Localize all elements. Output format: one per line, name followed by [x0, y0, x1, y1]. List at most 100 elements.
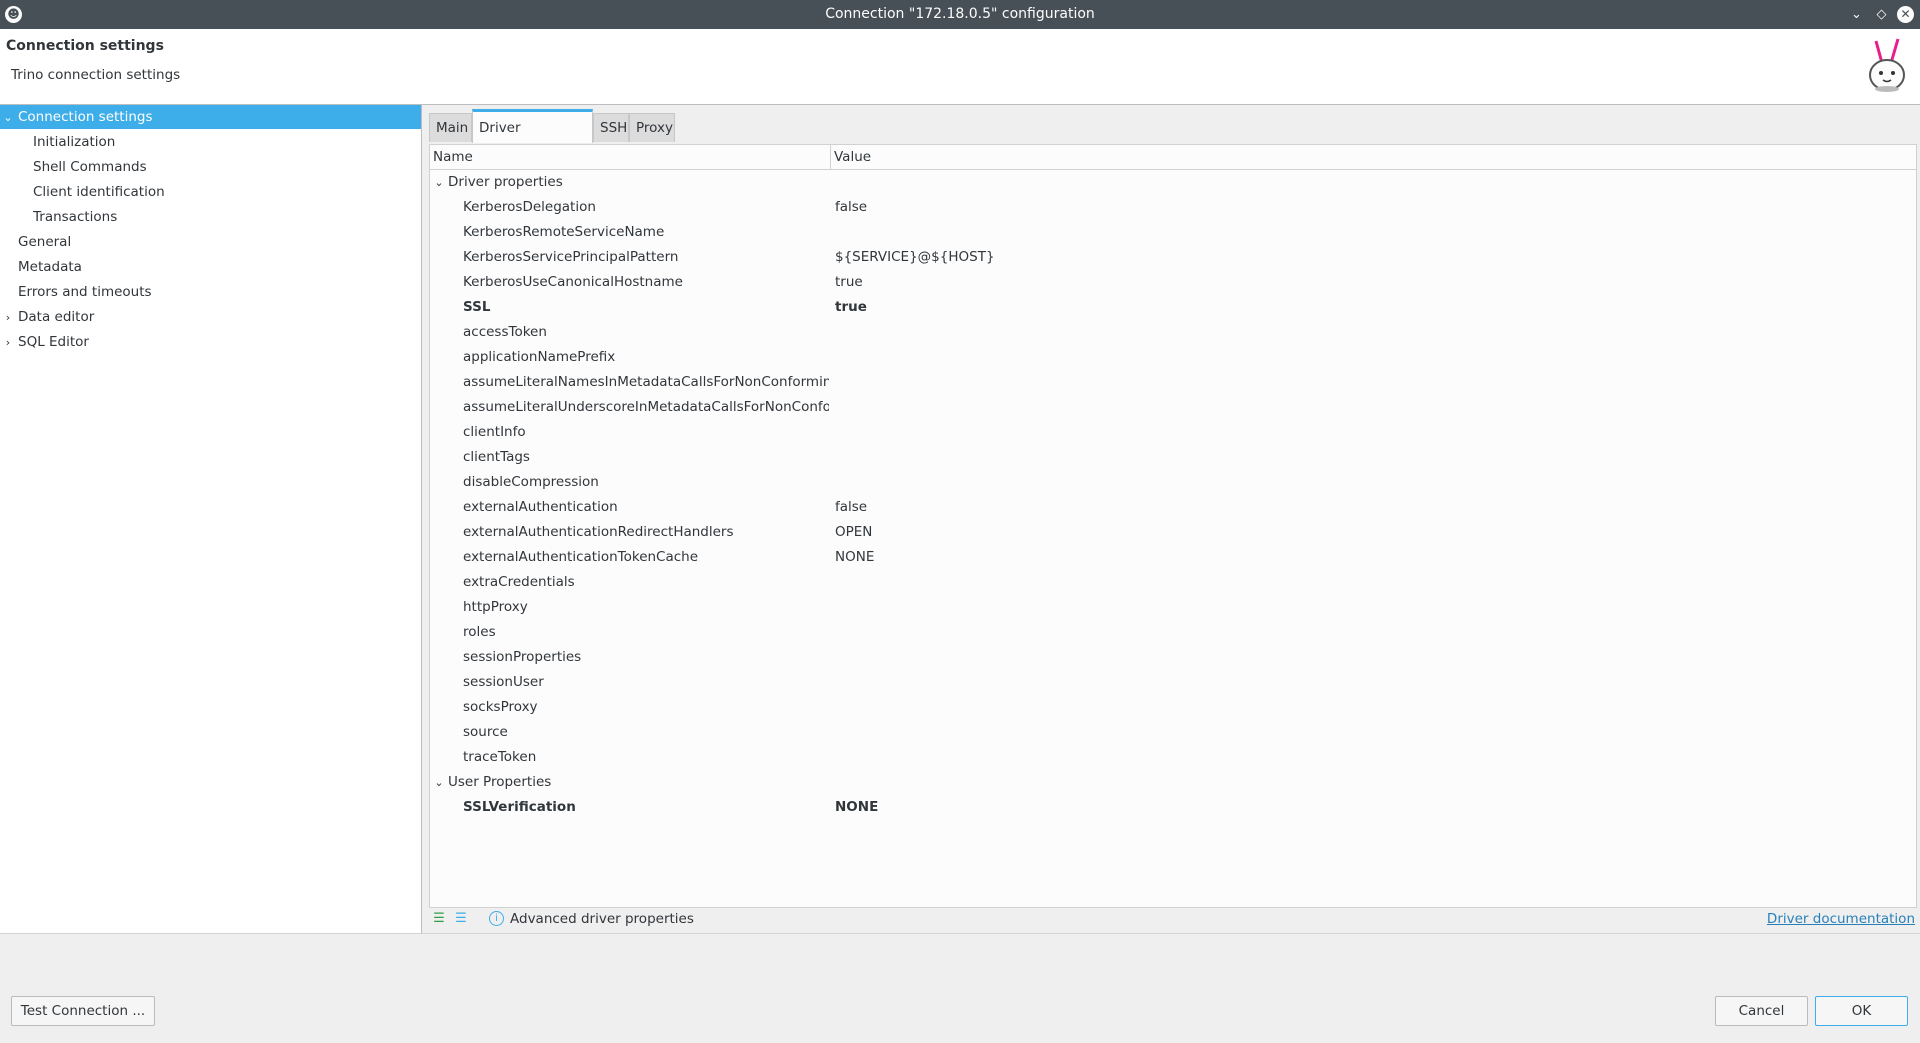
- property-value[interactable]: NONE: [835, 795, 878, 820]
- window-titlebar: ☻ Connection "172.18.0.5" configuration …: [0, 0, 1920, 29]
- chevron-down-icon[interactable]: ⌄: [1848, 6, 1865, 23]
- chevron-right-icon[interactable]: ›: [2, 331, 14, 355]
- table-row[interactable]: traceToken: [430, 745, 1916, 770]
- chevron-down-icon[interactable]: ⌄: [433, 170, 445, 195]
- property-name: extraCredentials: [463, 574, 575, 590]
- table-header: Name Value: [430, 145, 1916, 170]
- table-row[interactable]: KerberosRemoteServiceName: [430, 220, 1916, 245]
- settings-tree: ⌄ Connection settings Initialization Shel…: [0, 105, 422, 933]
- table-row[interactable]: sessionProperties: [430, 645, 1916, 670]
- property-name: externalAuthenticationRedirectHandlers: [463, 524, 734, 540]
- test-connection-button[interactable]: Test Connection ...: [11, 996, 155, 1026]
- tree-item-general[interactable]: General: [18, 230, 71, 254]
- page-subtitle: Trino connection settings: [11, 67, 181, 83]
- table-row[interactable]: externalAuthenticationRedirectHandlers OP…: [430, 520, 1916, 545]
- remove-property-icon[interactable]: ☰: [453, 911, 469, 927]
- table-row[interactable]: SSL true: [430, 295, 1916, 320]
- property-name: source: [463, 724, 508, 740]
- table-row[interactable]: clientTags: [430, 445, 1916, 470]
- table-row[interactable]: source: [430, 720, 1916, 745]
- table-row[interactable]: sessionUser: [430, 670, 1916, 695]
- column-separator[interactable]: [830, 145, 831, 169]
- property-name: KerberosServicePrincipalPattern: [463, 249, 679, 265]
- property-value[interactable]: true: [835, 295, 867, 320]
- table-row[interactable]: assumeLiteralUnderscoreInMetadataCallsFo…: [430, 395, 1916, 420]
- property-name: SSLVerification: [463, 799, 576, 815]
- window-title: Connection "172.18.0.5" configuration: [825, 6, 1095, 22]
- table-row[interactable]: accessToken: [430, 320, 1916, 345]
- property-name: clientInfo: [463, 424, 526, 440]
- tree-item-label: Initialization: [33, 134, 116, 150]
- tree-item-data-editor[interactable]: › Data editor: [2, 305, 94, 329]
- property-value[interactable]: false: [835, 195, 867, 220]
- tree-item-sql-editor[interactable]: › SQL Editor: [2, 330, 89, 354]
- property-name: KerberosDelegation: [463, 199, 596, 215]
- tree-item-errors-and-timeouts[interactable]: Errors and timeouts: [18, 280, 152, 304]
- column-header-value[interactable]: Value: [834, 145, 871, 169]
- button-label: OK: [1851, 1003, 1872, 1019]
- tab-proxy[interactable]: Proxy: [629, 113, 675, 142]
- table-row[interactable]: SSLVerification NONE: [430, 795, 1916, 820]
- tab-main[interactable]: Main: [429, 113, 472, 142]
- tree-item-shell-commands[interactable]: Shell Commands: [33, 155, 147, 179]
- property-value[interactable]: true: [835, 270, 863, 295]
- add-property-icon[interactable]: ☰: [431, 911, 447, 927]
- property-name: traceToken: [463, 749, 537, 765]
- tree-item-label: Transactions: [33, 209, 118, 225]
- tab-driver-properties[interactable]: Driver properties: [472, 109, 593, 168]
- group-label: Driver properties: [448, 174, 563, 190]
- tree-item-client-identification[interactable]: Client identification: [33, 180, 165, 204]
- tree-item-connection-settings[interactable]: ⌄ Connection settings: [0, 105, 421, 129]
- ok-button[interactable]: OK: [1815, 996, 1908, 1026]
- tree-item-metadata[interactable]: Metadata: [18, 255, 82, 279]
- property-value[interactable]: NONE: [835, 545, 874, 570]
- tab-label: Proxy: [636, 120, 673, 136]
- property-name: roles: [463, 624, 496, 640]
- chevron-down-icon[interactable]: ⌄: [2, 106, 14, 130]
- table-row[interactable]: assumeLiteralNamesInMetadataCallsForNonC…: [430, 370, 1916, 395]
- driver-documentation-link[interactable]: Driver documentation: [1767, 907, 1915, 931]
- property-name: SSL: [463, 299, 491, 315]
- tree-item-label: Client identification: [33, 184, 165, 200]
- table-row[interactable]: externalAuthentication false: [430, 495, 1916, 520]
- properties-table: Name Value ⌄ Driver properties KerberosD…: [429, 144, 1917, 908]
- property-value[interactable]: ${SERVICE}@${HOST}: [835, 245, 995, 270]
- table-row[interactable]: KerberosDelegation false: [430, 195, 1916, 220]
- close-icon[interactable]: ✕: [1897, 6, 1914, 23]
- column-header-name[interactable]: Name: [433, 145, 473, 169]
- dialog-header: Connection settings Trino connection set…: [0, 29, 1920, 105]
- property-name: socksProxy: [463, 699, 538, 715]
- property-name: accessToken: [463, 324, 547, 340]
- table-row[interactable]: disableCompression: [430, 470, 1916, 495]
- table-row[interactable]: clientInfo: [430, 420, 1916, 445]
- property-name: externalAuthentication: [463, 499, 618, 515]
- property-name: sessionProperties: [463, 649, 582, 665]
- table-row[interactable]: extraCredentials: [430, 570, 1916, 595]
- group-user-properties[interactable]: ⌄ User Properties: [430, 770, 1916, 795]
- table-row[interactable]: KerberosUseCanonicalHostname true: [430, 270, 1916, 295]
- tree-item-transactions[interactable]: Transactions: [33, 205, 117, 229]
- page-title: Connection settings: [6, 38, 164, 54]
- table-row[interactable]: KerberosServicePrincipalPattern ${SERVICE…: [430, 245, 1916, 270]
- button-label: Cancel: [1738, 1003, 1785, 1019]
- diamond-icon[interactable]: ◇: [1873, 6, 1890, 23]
- table-row[interactable]: httpProxy: [430, 595, 1916, 620]
- property-value[interactable]: OPEN: [835, 520, 872, 545]
- chevron-down-icon[interactable]: ⌄: [433, 770, 445, 795]
- tree-item-initialization[interactable]: Initialization: [33, 130, 115, 154]
- cancel-button[interactable]: Cancel: [1715, 996, 1808, 1026]
- table-row[interactable]: socksProxy: [430, 695, 1916, 720]
- tree-item-label: Shell Commands: [33, 159, 147, 175]
- chevron-right-icon[interactable]: ›: [2, 306, 14, 330]
- property-value[interactable]: false: [835, 495, 867, 520]
- group-driver-properties[interactable]: ⌄ Driver properties: [430, 170, 1916, 195]
- tree-item-label: Metadata: [18, 259, 82, 275]
- tab-ssh[interactable]: SSH: [593, 113, 629, 142]
- table-row[interactable]: externalAuthenticationTokenCache NONE: [430, 545, 1916, 570]
- table-toolbar: ☰ ☰ i Advanced driver properties Driver …: [429, 907, 1915, 931]
- table-row[interactable]: roles: [430, 620, 1916, 645]
- table-row[interactable]: applicationNamePrefix: [430, 345, 1916, 370]
- property-name: httpProxy: [463, 599, 528, 615]
- info-icon: i: [489, 911, 504, 926]
- property-name: applicationNamePrefix: [463, 349, 616, 365]
